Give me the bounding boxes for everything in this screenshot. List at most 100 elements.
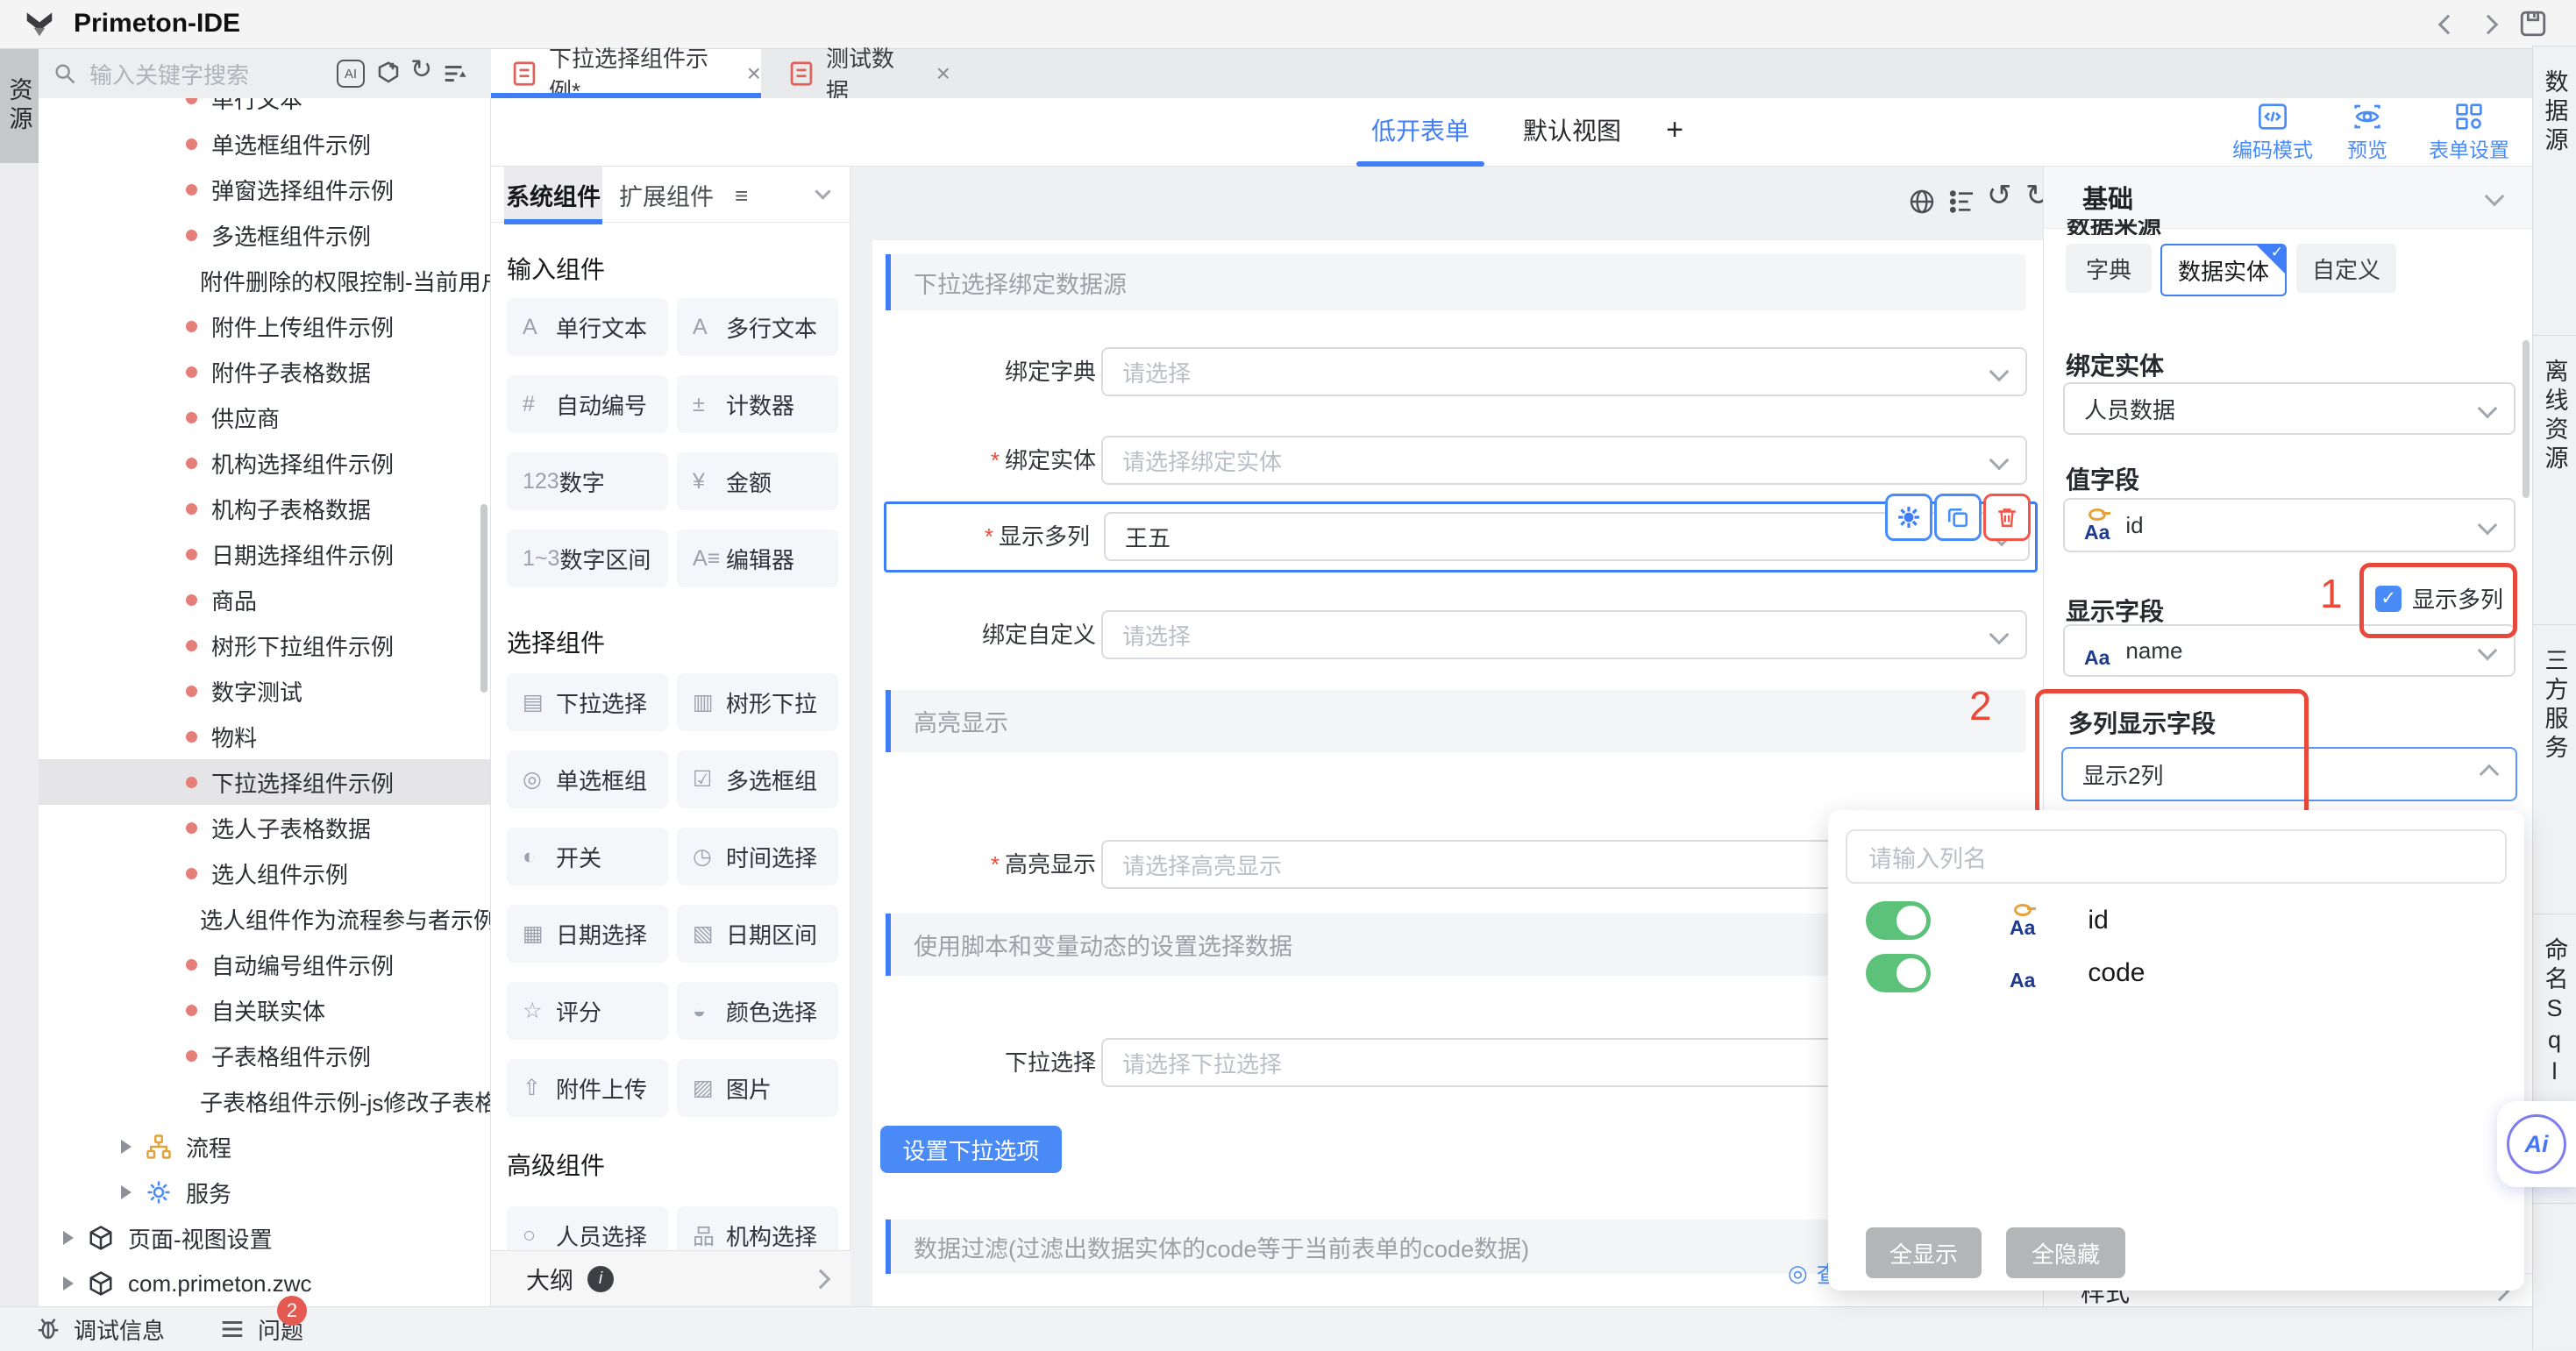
tree-item[interactable]: 服务 xyxy=(39,1170,490,1215)
tree-item[interactable]: 日期选择组件示例 xyxy=(39,531,490,577)
tab-lowcode-form[interactable]: 低开表单 xyxy=(1356,98,1484,161)
right-rail-tab[interactable]: 离线资源 xyxy=(2533,336,2576,625)
tree-item[interactable]: 树形下拉组件示例 xyxy=(39,622,490,668)
tree-item[interactable]: 页面-视图设置 xyxy=(39,1215,490,1261)
palette-item[interactable]: A 单行文本 xyxy=(507,298,668,356)
column-row[interactable]: Aa code xyxy=(1828,947,2524,999)
save-icon[interactable] xyxy=(2518,9,2548,39)
palette-item[interactable]: ☑ 多选框组 xyxy=(677,750,838,808)
close-icon[interactable]: × xyxy=(936,60,950,88)
outline-expand-icon[interactable] xyxy=(811,1269,831,1289)
tree-item[interactable]: 机构子表格数据 xyxy=(39,486,490,531)
tree-item[interactable]: 附件子表格数据 xyxy=(39,349,490,395)
right-rail-tab[interactable]: 三方服务 xyxy=(2533,625,2576,914)
show-all-button[interactable]: 全显示 xyxy=(1866,1227,1982,1278)
palette-item[interactable]: A≡ 编辑器 xyxy=(677,530,838,587)
palette-item[interactable]: ○ 人员选择 xyxy=(507,1206,668,1250)
palette-item[interactable]: ◎ 单选框组 xyxy=(507,750,668,808)
palette-item[interactable]: ◐ 开关 xyxy=(507,828,668,885)
component-settings-button[interactable] xyxy=(1885,494,1932,541)
tab-system-components[interactable]: 系统组件 xyxy=(504,167,602,223)
tree-item[interactable]: 数字测试 xyxy=(39,668,490,714)
bind-custom-select[interactable]: 请选择 xyxy=(1101,610,2027,659)
multi-display-select[interactable]: 显示2列 xyxy=(2061,747,2517,801)
palette-item[interactable]: ☆ 评分 xyxy=(507,982,668,1040)
tree-item[interactable]: 单行文本 xyxy=(39,98,490,121)
component-delete-button[interactable] xyxy=(1983,494,2031,541)
tree-item[interactable]: 弹窗选择组件示例 xyxy=(39,167,490,212)
tab-data-entity[interactable]: 数据实体 ✓ xyxy=(2160,244,2287,296)
column-row[interactable]: Aa id xyxy=(1828,894,2524,947)
doc-tab-test-data[interactable]: 测试数据 × xyxy=(772,49,950,98)
nav-forward-icon[interactable] xyxy=(2481,18,2495,36)
code-mode-button[interactable]: 编码模式 xyxy=(2220,103,2325,163)
collapse-icon[interactable] xyxy=(2485,187,2505,207)
tree-item[interactable]: 附件删除的权限控制-当前用户 xyxy=(39,258,490,303)
palette-item[interactable]: 品 机构选择 xyxy=(677,1206,838,1250)
palette-collapse-icon[interactable] xyxy=(815,183,830,199)
checkbox-check-icon[interactable]: ✓ xyxy=(2375,586,2402,612)
palette-item[interactable]: 1~3 数字区间 xyxy=(507,530,668,587)
tab-custom[interactable]: 自定义 xyxy=(2296,244,2396,293)
tree-item[interactable]: 商品 xyxy=(39,577,490,622)
tree-item[interactable]: 单选框组件示例 xyxy=(39,121,490,167)
add-view-button[interactable]: + xyxy=(1653,98,1697,161)
toggle-on[interactable] xyxy=(1866,901,1931,940)
debug-info-button[interactable]: 调试信息 xyxy=(35,1307,165,1351)
palette-item[interactable]: ▥ 树形下拉 xyxy=(677,673,838,731)
tab-default-view[interactable]: 默认视图 xyxy=(1511,98,1633,161)
inspector-display-field-select[interactable]: Aa name xyxy=(2063,624,2516,677)
preview-button[interactable]: 预览 xyxy=(2332,103,2402,163)
tree-item[interactable]: 选人子表格数据 xyxy=(39,805,490,850)
tree-item[interactable]: 机构选择组件示例 xyxy=(39,440,490,486)
palette-item[interactable]: A 多行文本 xyxy=(677,298,838,356)
palette-item[interactable]: ◷ 时间选择 xyxy=(677,828,838,885)
caret-right-icon[interactable] xyxy=(121,1140,132,1154)
column-search-input[interactable]: 请输入列名 xyxy=(1846,829,2507,884)
caret-right-icon[interactable] xyxy=(63,1231,74,1245)
tree-item[interactable]: 供应商 xyxy=(39,395,490,440)
right-rail-tab[interactable]: 数据源 xyxy=(2533,46,2576,336)
close-icon[interactable]: × xyxy=(747,60,761,88)
tree-item[interactable]: 流程 xyxy=(39,1124,490,1170)
tree-scrollbar[interactable] xyxy=(480,504,487,693)
nav-back-icon[interactable] xyxy=(2441,18,2455,36)
ai-generate-icon[interactable]: AI xyxy=(337,60,365,88)
tab-extension-components[interactable]: 扩展组件 xyxy=(614,167,719,223)
outline-tree-icon[interactable] xyxy=(1948,188,1976,216)
bind-dict-select[interactable]: 请选择 xyxy=(1101,347,2027,396)
palette-item[interactable]: ⇧ 附件上传 xyxy=(507,1059,668,1117)
tree-item[interactable]: 下拉选择组件示例 xyxy=(39,759,490,805)
caret-right-icon[interactable] xyxy=(63,1276,74,1291)
tree-item[interactable]: 物料 xyxy=(39,714,490,759)
bind-entity-select[interactable]: 请选择绑定实体 xyxy=(1101,436,2027,485)
doc-tab-dropdown-example[interactable]: 下拉选择组件示例* × xyxy=(491,49,761,98)
sort-filter-icon[interactable] xyxy=(442,60,468,87)
hide-all-button[interactable]: 全隐藏 xyxy=(2006,1227,2125,1278)
palette-item[interactable]: ¥ 金额 xyxy=(677,452,838,510)
globalization-icon[interactable] xyxy=(1908,188,1936,216)
left-rail-tab-resources[interactable]: 资源 xyxy=(0,49,39,163)
palette-item[interactable]: ◒ 颜色选择 xyxy=(677,982,838,1040)
palette-item[interactable]: ▤ 下拉选择 xyxy=(507,673,668,731)
tree-item[interactable]: 自动编号组件示例 xyxy=(39,942,490,987)
palette-menu-icon[interactable]: ≡ xyxy=(735,182,748,210)
tree-item[interactable]: 选人组件示例 xyxy=(39,850,490,896)
tree-item[interactable]: 附件上传组件示例 xyxy=(39,303,490,349)
undo-icon[interactable]: ↺ xyxy=(1987,181,2012,210)
refresh-icon[interactable]: ↻ xyxy=(410,54,432,85)
tab-dictionary[interactable]: 字典 xyxy=(2066,244,2152,293)
tree-item[interactable]: 子表格组件示例-js修改子表格数据 xyxy=(39,1078,490,1124)
new-model-icon[interactable] xyxy=(375,60,402,86)
palette-item[interactable]: # 自动编号 xyxy=(507,375,668,433)
set-dropdown-options-button[interactable]: 设置下拉选项 xyxy=(880,1126,1062,1173)
tree-item[interactable]: 选人组件作为流程参与者示例 xyxy=(39,896,490,942)
tree-item[interactable]: com.primeton.zwc xyxy=(39,1261,490,1306)
caret-right-icon[interactable] xyxy=(121,1185,132,1199)
palette-item[interactable]: ▦ 日期选择 xyxy=(507,905,668,963)
tree-item[interactable]: 多选框组件示例 xyxy=(39,212,490,258)
tree-item[interactable]: 自关联实体 xyxy=(39,987,490,1033)
tree-item[interactable]: 子表格组件示例 xyxy=(39,1033,490,1078)
inspector-value-field-select[interactable]: Aa id xyxy=(2063,498,2516,552)
ai-assistant-button[interactable]: Ai xyxy=(2497,1101,2576,1187)
